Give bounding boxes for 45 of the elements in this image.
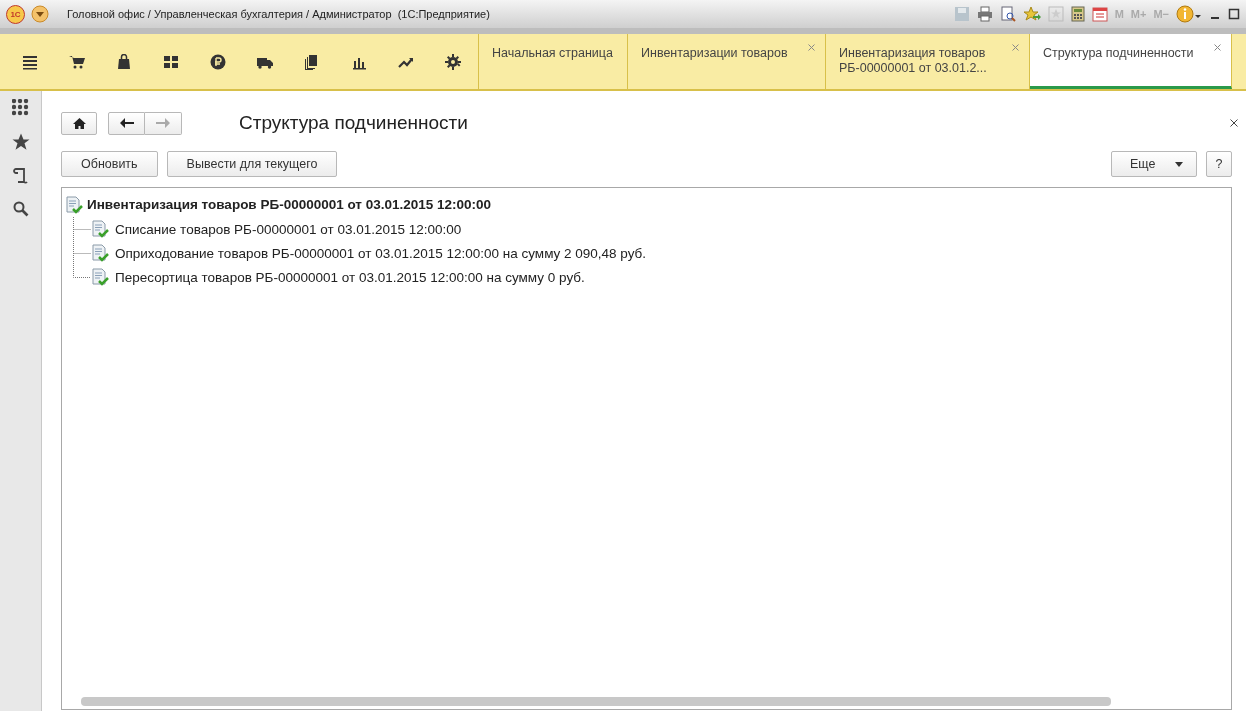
tree-row[interactable]: Пересортица товаров РБ-00000001 от 03.01.2015 12:00:00 на сумму 0 руб.: [91, 268, 585, 286]
back-arrow-icon: [119, 118, 134, 128]
window-title: Головной офис / Управленческая бухгалтерия / Администратор (1С:Предприятие): [67, 8, 490, 20]
copies-icon[interactable]: [304, 53, 320, 70]
dropdown-icon[interactable]: [31, 5, 49, 23]
bag-icon[interactable]: [116, 53, 132, 70]
ruble-icon[interactable]: [210, 53, 226, 70]
menu-icon[interactable]: [22, 53, 38, 70]
close-icon[interactable]: [1230, 119, 1238, 127]
preview-icon[interactable]: [999, 6, 1016, 22]
maximize-icon[interactable]: [1228, 8, 1240, 20]
search-icon[interactable]: [12, 201, 29, 217]
posted-document-icon: [91, 244, 109, 262]
history-icon[interactable]: [12, 167, 29, 185]
home-button[interactable]: [61, 111, 97, 135]
tab[interactable]: Начальная страница: [479, 34, 628, 89]
printer-icon[interactable]: [976, 6, 993, 22]
help-button[interactable]: ?: [1206, 151, 1232, 177]
command-button[interactable]: Вывести для текущего: [166, 151, 338, 177]
tree-row[interactable]: Списание товаров РБ-00000001 от 03.01.2015 12:00:00: [91, 220, 462, 238]
info-icon[interactable]: [1176, 5, 1202, 23]
posted-document-icon: [65, 195, 83, 214]
tree-row[interactable]: Оприходование товаров РБ-00000001 от 03.01.2015 12:00:00 на сумму 2 090,48 руб.: [91, 244, 647, 262]
tree-connector: [73, 217, 91, 241]
posted-document-icon: [91, 268, 109, 286]
command-button[interactable]: Обновить: [61, 151, 158, 177]
more-button[interactable]: Еще: [1111, 151, 1197, 177]
posted-document-icon: [91, 220, 109, 238]
calculator-icon[interactable]: [1070, 6, 1085, 22]
tab[interactable]: Инвентаризации товаров: [628, 34, 826, 89]
tree-row[interactable]: Инвентаризация товаров РБ-00000001 от 03.01.2015 12:00:00: [62, 192, 1231, 217]
forward-arrow-icon: [156, 118, 170, 128]
tab[interactable]: Структура подчиненности: [1030, 34, 1232, 89]
cart-icon[interactable]: [69, 53, 85, 70]
star-arrow-icon[interactable]: [1022, 6, 1041, 22]
grid-icon[interactable]: [163, 53, 179, 70]
back-button[interactable]: [108, 111, 145, 135]
home-icon: [72, 117, 86, 129]
caret-icon: [1175, 161, 1184, 167]
apps-grid-icon[interactable]: [11, 99, 30, 117]
form-title: Структура подчиненности: [239, 112, 468, 134]
settings-icon[interactable]: [445, 53, 461, 70]
app-logo[interactable]: 1С: [6, 4, 25, 24]
calendar-icon[interactable]: [1091, 6, 1108, 22]
star-icon[interactable]: [11, 133, 30, 151]
